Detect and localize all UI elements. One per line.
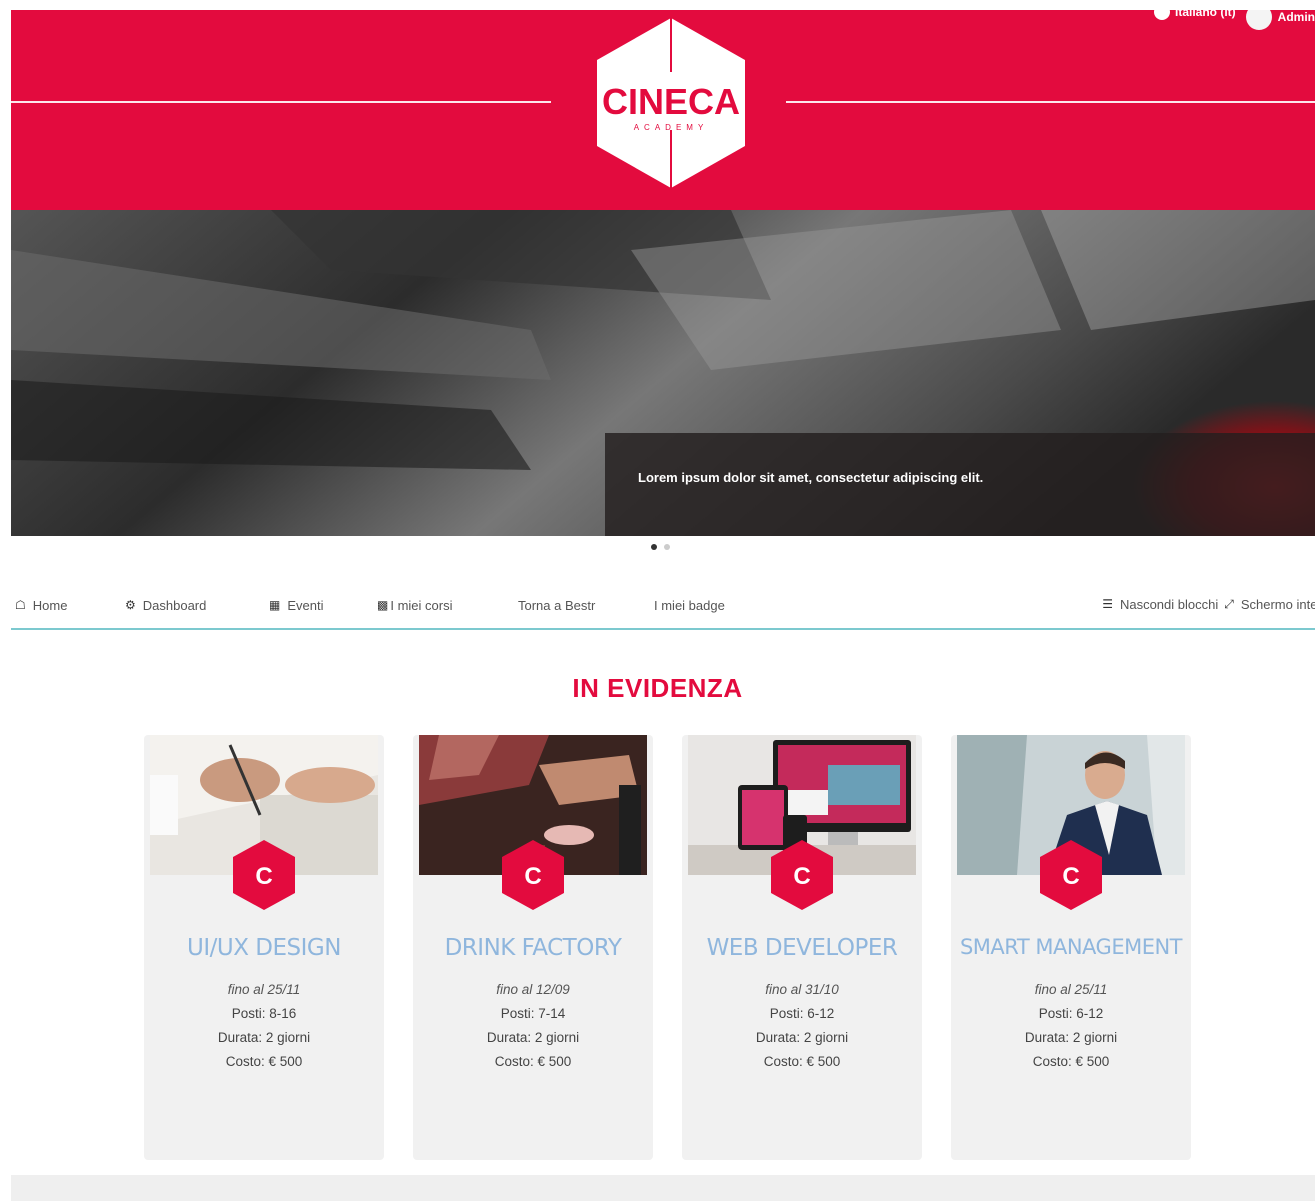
nav-item-label: Torna a Bestr — [518, 597, 596, 613]
course-badge-icon: C — [231, 838, 297, 912]
footer-band — [11, 1175, 1315, 1201]
course-details: fino al 25/11 Posti: 6-12 Durata: 2 gior… — [951, 978, 1191, 1074]
course-deadline: fino al 12/09 — [496, 982, 570, 997]
hide-blocks-label: Nascondi blocchi — [1119, 596, 1219, 612]
language-label: Italiano (it) — [1174, 10, 1236, 19]
fullscreen-button[interactable]: ⤢ Schermo intero — [1224, 597, 1315, 612]
carousel-dot-1[interactable] — [651, 544, 657, 550]
dashboard-icon: ⚙ — [125, 598, 136, 612]
course-details: fino al 25/11 Posti: 8-16 Durata: 2 gior… — [144, 978, 384, 1074]
briefcase-icon: ▩ — [377, 598, 389, 612]
course-card[interactable]: C DRINK FACTORY fino al 12/09 Posti: 7-1… — [413, 735, 653, 1160]
course-title[interactable]: SMART MANAGEMENT — [951, 935, 1191, 959]
carousel-dot-2[interactable] — [664, 544, 670, 550]
nav-item-i-miei-corsi[interactable]: ▩ I miei corsi — [377, 598, 452, 613]
nav-item-label: I miei corsi — [390, 597, 453, 613]
nav-item-dashboard[interactable]: ⚙ Dashboard — [125, 598, 206, 613]
nav-item-label: Home — [32, 597, 68, 613]
nav-item-label: Eventi — [287, 597, 324, 613]
cineca-academy-logo[interactable]: CINECA ACADEMY — [589, 12, 754, 194]
course-deadline: fino al 25/11 — [227, 982, 301, 997]
logo-text: CINECA — [602, 81, 740, 122]
svg-text:C: C — [793, 863, 810, 890]
svg-text:C: C — [1062, 863, 1079, 890]
language-selector[interactable]: Italiano (it) — [1153, 10, 1236, 20]
course-cost: Costo: € 500 — [225, 1054, 303, 1069]
logo-subtext: ACADEMY — [634, 123, 709, 132]
course-card[interactable]: C WEB DEVELOPER fino al 31/10 Posti: 6-1… — [682, 735, 922, 1160]
course-badge-icon: C — [769, 838, 835, 912]
course-seats: Posti: 8-16 — [231, 1006, 297, 1021]
hero-caption: Lorem ipsum dolor sit amet, consectetur … — [605, 433, 1315, 536]
nav-item-home[interactable]: ☖ Home — [15, 598, 67, 613]
main-navigation: ☖ Home ⚙ Dashboard ▦ Eventi ▩ I miei cor… — [11, 582, 1315, 630]
header-divider-left — [11, 101, 551, 103]
expand-icon: ⤢ — [1224, 596, 1234, 611]
course-duration: Durata: 2 giorni — [486, 1030, 580, 1045]
section-title: IN EVIDENZA — [572, 673, 743, 703]
user-menu[interactable]: Admin — [1245, 10, 1315, 30]
course-details: fino al 12/09 Posti: 7-14 Durata: 2 gior… — [413, 978, 653, 1074]
svg-text:C: C — [255, 863, 272, 890]
nav-item-torna-a-bestr[interactable]: Torna a Bestr — [518, 598, 595, 613]
hide-blocks-button[interactable]: ☰ Nascondi blocchi — [1102, 597, 1218, 612]
course-seats: Posti: 7-14 — [500, 1006, 566, 1021]
course-deadline: fino al 25/11 — [1034, 982, 1108, 997]
site-header: CINECA ACADEMY Italiano (it) Admin — [11, 10, 1315, 210]
course-cost: Costo: € 500 — [1032, 1054, 1110, 1069]
avatar — [1245, 10, 1272, 30]
course-duration: Durata: 2 giorni — [1024, 1030, 1118, 1045]
course-badge-icon: C — [1038, 838, 1104, 912]
nav-item-eventi[interactable]: ▦ Eventi — [269, 598, 323, 613]
course-seats: Posti: 6-12 — [1038, 1006, 1104, 1021]
carousel-indicators — [651, 544, 670, 550]
nav-item-i-miei-badge[interactable]: I miei badge — [654, 598, 725, 613]
nav-item-label: Dashboard — [142, 597, 207, 613]
course-duration: Durata: 2 giorni — [217, 1030, 311, 1045]
course-duration: Durata: 2 giorni — [755, 1030, 849, 1045]
course-cost: Costo: € 500 — [494, 1054, 572, 1069]
nav-actions: ☰ Nascondi blocchi ⤢ Schermo intero — [1102, 582, 1315, 626]
course-title[interactable]: UI/UX DESIGN — [144, 935, 384, 961]
header-divider-right — [786, 101, 1315, 103]
course-title[interactable]: DRINK FACTORY — [413, 935, 653, 961]
fullscreen-label: Schermo intero — [1240, 596, 1315, 612]
calendar-icon: ▦ — [269, 598, 281, 612]
course-card[interactable]: C UI/UX DESIGN fino al 25/11 Posti: 8-16… — [144, 735, 384, 1160]
course-card[interactable]: C SMART MANAGEMENT fino al 25/11 Posti: … — [951, 735, 1191, 1160]
top-bar: Italiano (it) Admin — [1153, 10, 1315, 32]
globe-icon — [1153, 10, 1170, 20]
course-badge-icon: C — [500, 838, 566, 912]
hero-caption-text: Lorem ipsum dolor sit amet, consectetur … — [638, 470, 984, 485]
home-icon: ☖ — [15, 598, 26, 612]
svg-text:C: C — [524, 863, 541, 890]
nav-item-label: I miei badge — [654, 597, 725, 613]
course-seats: Posti: 6-12 — [769, 1006, 835, 1021]
course-cost: Costo: € 500 — [763, 1054, 841, 1069]
course-details: fino al 31/10 Posti: 6-12 Durata: 2 gior… — [682, 978, 922, 1074]
user-name: Admin — [1277, 10, 1315, 24]
hero-carousel[interactable]: Lorem ipsum dolor sit amet, consectetur … — [11, 210, 1315, 536]
course-deadline: fino al 31/10 — [765, 982, 839, 997]
list-icon: ☰ — [1102, 597, 1113, 611]
course-title[interactable]: WEB DEVELOPER — [682, 935, 922, 961]
